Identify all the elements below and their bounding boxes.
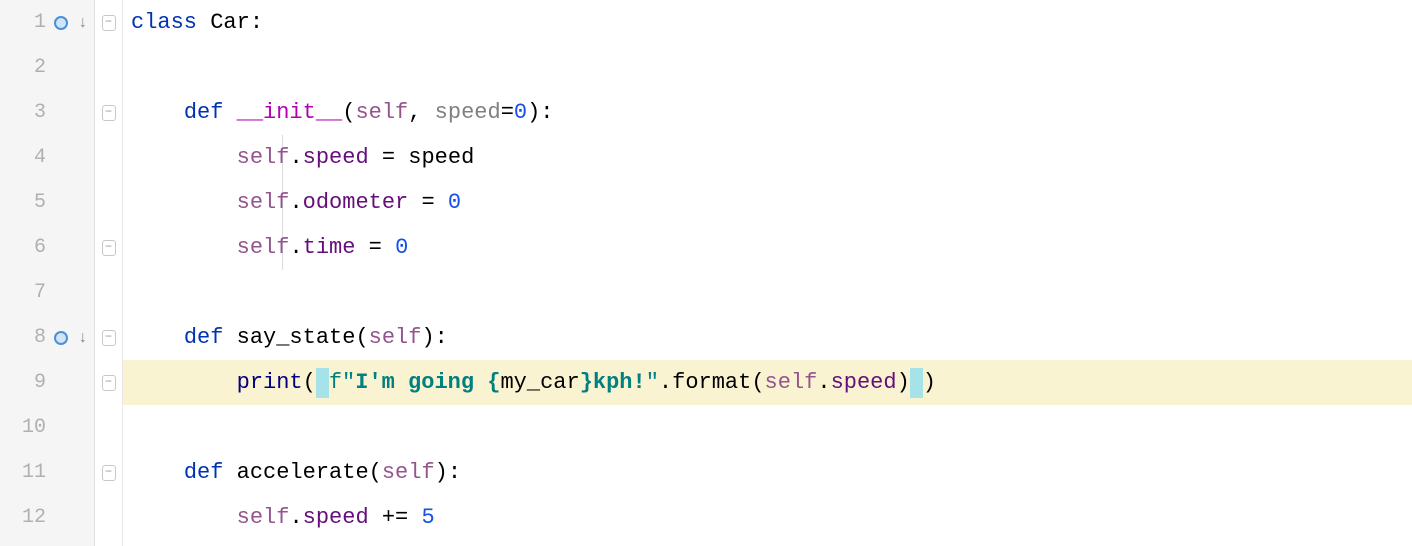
attribute: speed [303, 145, 369, 170]
gutter-row[interactable]: 5 [0, 180, 94, 225]
number: 0 [448, 190, 461, 215]
caret-marker [910, 368, 923, 398]
keyword: class [131, 10, 197, 35]
gutter-row[interactable]: 9 [0, 360, 94, 405]
keyword: def [184, 325, 224, 350]
code-line[interactable]: def accelerate(self): [123, 450, 1412, 495]
attribute: speed [303, 505, 369, 530]
code-line[interactable] [123, 405, 1412, 450]
gutter-row[interactable]: 11 [0, 450, 94, 495]
f-prefix: f [329, 370, 342, 395]
fold-open-icon[interactable]: − [102, 15, 116, 31]
fstring-expr: my_car [500, 370, 579, 395]
override-down-arrow-icon[interactable]: ↓ [78, 329, 88, 347]
function-name: say_state [237, 325, 356, 350]
code-line[interactable]: class Car: [123, 0, 1412, 45]
function-name: accelerate [237, 460, 369, 485]
code-line[interactable] [123, 45, 1412, 90]
self: self [369, 325, 422, 350]
gutter-row[interactable]: 12 [0, 495, 94, 540]
code-line[interactable]: def __init__(self, speed=0): [123, 90, 1412, 135]
gutter-row[interactable]: 1 ↓ [0, 0, 94, 45]
line-number: 8 [14, 326, 46, 349]
number: 0 [395, 235, 408, 260]
number: 0 [514, 100, 527, 125]
line-number: 9 [14, 371, 46, 394]
gutter-row[interactable]: 2 [0, 45, 94, 90]
fold-gutter[interactable]: − − − − − − [95, 0, 123, 546]
gutter-row[interactable]: 4 [0, 135, 94, 180]
gutter-row[interactable]: 8 ↓ [0, 315, 94, 360]
run-icon[interactable] [54, 16, 68, 30]
line-number: 6 [14, 236, 46, 259]
code-line[interactable]: self.odometer = 0 [123, 180, 1412, 225]
line-number: 11 [14, 461, 46, 484]
attribute: odometer [303, 190, 409, 215]
fold-row[interactable]: − [95, 90, 122, 135]
line-number: 3 [14, 101, 46, 124]
fold-row[interactable]: − [95, 315, 122, 360]
code-line[interactable]: self.speed += 5 [123, 495, 1412, 540]
string: kph! [593, 370, 646, 395]
gutter-row[interactable]: 3 [0, 90, 94, 135]
code-line[interactable] [123, 270, 1412, 315]
self: self [237, 505, 290, 530]
line-number: 2 [14, 56, 46, 79]
attribute: time [303, 235, 356, 260]
self: self [237, 145, 290, 170]
gutter-row[interactable]: 7 [0, 270, 94, 315]
string: I'm going [355, 370, 487, 395]
code-line[interactable]: def say_state(self): [123, 315, 1412, 360]
fold-row[interactable]: − [95, 360, 122, 405]
line-number: 1 [14, 11, 46, 34]
fold-close-icon[interactable]: − [102, 375, 116, 391]
run-icon[interactable] [54, 331, 68, 345]
fold-row [95, 45, 122, 90]
line-number-gutter[interactable]: 1 ↓ 2 3 4 5 6 7 8 ↓ 9 10 11 12 [0, 0, 95, 546]
builtin: print [237, 370, 303, 395]
parameter: speed [435, 100, 501, 125]
line-number: 4 [14, 146, 46, 169]
override-down-arrow-icon[interactable]: ↓ [78, 14, 88, 32]
self: self [765, 370, 818, 395]
class-name: Car [210, 10, 250, 35]
fold-close-icon[interactable]: − [102, 240, 116, 256]
fold-row [95, 270, 122, 315]
keyword: def [184, 460, 224, 485]
code-line[interactable]: self.speed = speed [123, 135, 1412, 180]
caret-marker [316, 368, 329, 398]
fold-row [95, 405, 122, 450]
function-name: __init__ [237, 100, 343, 125]
code-editor[interactable]: 1 ↓ 2 3 4 5 6 7 8 ↓ 9 10 11 12 − − − − −… [0, 0, 1412, 546]
method: format [672, 370, 751, 395]
code-line[interactable]: self.time = 0 [123, 225, 1412, 270]
line-number: 10 [14, 416, 46, 439]
identifier: speed [408, 145, 474, 170]
attribute: speed [831, 370, 897, 395]
number: 5 [421, 505, 434, 530]
self: self [382, 460, 435, 485]
self: self [355, 100, 408, 125]
line-number: 5 [14, 191, 46, 214]
code-line-highlighted[interactable]: print(f"I'm going {my_car}kph!".format(s… [123, 360, 1412, 405]
line-number: 7 [14, 281, 46, 304]
fold-row[interactable]: − [95, 0, 122, 45]
fold-open-icon[interactable]: − [102, 465, 116, 481]
fold-row [95, 180, 122, 225]
fold-row[interactable]: − [95, 225, 122, 270]
line-number: 12 [14, 506, 46, 529]
gutter-row[interactable]: 6 [0, 225, 94, 270]
fold-row [95, 135, 122, 180]
code-area[interactable]: class Car: def __init__(self, speed=0): … [123, 0, 1412, 546]
self: self [237, 235, 290, 260]
fold-open-icon[interactable]: − [102, 330, 116, 346]
keyword: def [184, 100, 224, 125]
fold-open-icon[interactable]: − [102, 105, 116, 121]
self: self [237, 190, 290, 215]
fold-row[interactable]: − [95, 450, 122, 495]
fold-row [95, 495, 122, 540]
gutter-row[interactable]: 10 [0, 405, 94, 450]
